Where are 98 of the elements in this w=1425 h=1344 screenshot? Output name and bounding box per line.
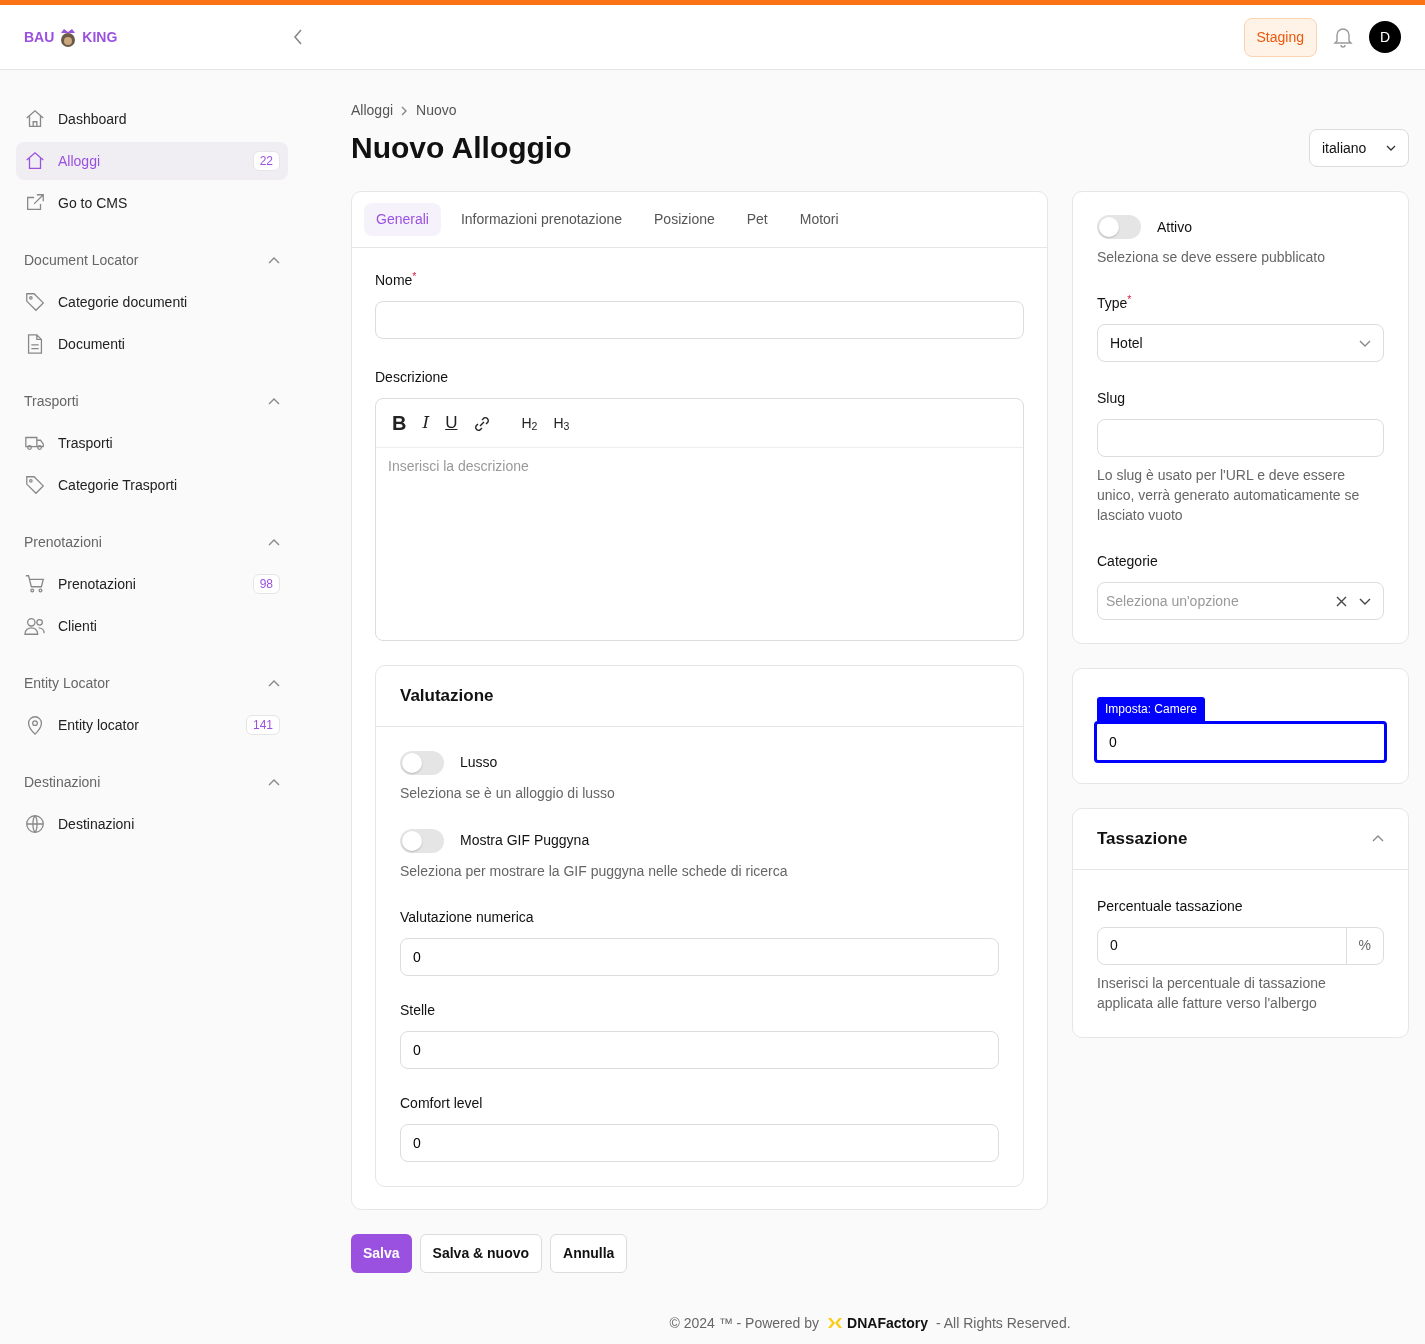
count-badge: 22 xyxy=(252,151,280,171)
chevron-up-icon[interactable] xyxy=(268,779,280,786)
underline-button[interactable]: U xyxy=(437,410,466,436)
brand-logo: DNAFactory xyxy=(827,1312,928,1334)
toggle-switch[interactable] xyxy=(400,750,444,775)
house-icon xyxy=(24,150,46,172)
tab[interactable]: Motori xyxy=(787,203,851,236)
action-button[interactable]: Salva & nuovo xyxy=(419,1233,543,1273)
count-badge: 98 xyxy=(252,574,280,594)
field-label: Slug xyxy=(1097,389,1127,408)
heading-button[interactable]: H$_{3}$ xyxy=(545,412,578,434)
count-badge: 141 xyxy=(245,715,280,735)
breadcrumb-link[interactable]: Nuovo xyxy=(416,100,457,121)
name-input[interactable] xyxy=(375,301,1024,339)
clear-icon xyxy=(1336,595,1347,607)
field-label: Valutazione numerica xyxy=(400,907,535,927)
chevron-down-icon xyxy=(1359,339,1371,347)
sidebar-item[interactable]: Documenti xyxy=(16,325,288,363)
tooltip-label: Imposta: Camere xyxy=(1097,697,1206,721)
field-label: Type$^{*}$ xyxy=(1097,293,1133,313)
copyright-text: © 2024 ™ - Powered by xyxy=(669,1313,820,1333)
tag-icon xyxy=(24,291,46,313)
toggle-switch[interactable] xyxy=(400,828,444,853)
field-label: Comfort level xyxy=(400,1093,484,1113)
toggle-label: Attivo xyxy=(1157,217,1192,237)
help-text: Seleziona per mostrare la GIF puggyna nelle schede di ricerca xyxy=(400,861,789,881)
toggle-label: Mostra GIF Puggyna xyxy=(460,831,590,850)
globe-icon xyxy=(24,813,46,835)
logo-text: KING xyxy=(82,27,118,47)
sidebar-item[interactable]: Trasporti xyxy=(16,424,288,462)
sidebar-item[interactable]: Categorie Trasporti xyxy=(16,466,288,504)
section-heading: Document Locator xyxy=(24,251,139,270)
placeholder-text: Inserisci la descrizione xyxy=(387,457,530,476)
language-select[interactable]: italiano xyxy=(1309,129,1409,167)
chevron-up-icon[interactable] xyxy=(268,257,280,264)
cart-icon xyxy=(24,573,46,595)
chevron-up-icon[interactable] xyxy=(1372,835,1384,843)
field-label: Nome$^{*}$ xyxy=(375,270,418,290)
slug-input[interactable] xyxy=(1097,419,1384,457)
breadcrumb-link[interactable]: Alloggi xyxy=(351,100,394,121)
tab[interactable]: Posizione xyxy=(642,203,727,236)
section-heading: Trasporti xyxy=(24,392,79,411)
sidebar-item[interactable]: Dashboard xyxy=(16,100,288,138)
page-title: Nuovo Alloggio xyxy=(351,130,572,166)
number-input[interactable]: 0 xyxy=(400,937,999,976)
tab[interactable]: Informazioni prenotazione xyxy=(448,203,635,236)
section-heading: Prenotazioni xyxy=(24,533,102,552)
house-icon xyxy=(24,108,46,130)
italic-button[interactable]: I xyxy=(414,410,438,436)
section-heading: Entity Locator xyxy=(24,674,110,693)
tag-icon xyxy=(24,474,46,496)
chevron-down-icon xyxy=(1359,597,1371,605)
rich-text-editor[interactable]: B I U H$_{2}$ H$_{3}$ Inserisci la descrizione xyxy=(375,398,1024,641)
rooms-input[interactable]: 0 xyxy=(1094,721,1387,763)
chevron-up-icon[interactable] xyxy=(268,680,280,687)
field-label: Categorie xyxy=(1097,552,1159,571)
rights-text: - All Rights Reserved. xyxy=(935,1313,1071,1333)
bell-icon[interactable] xyxy=(1333,26,1353,48)
section-title: Tassazione xyxy=(1097,828,1188,850)
help-text: Seleziona se deve essere pubblicato xyxy=(1097,248,1327,267)
percentage-input[interactable]: 0 % xyxy=(1097,926,1384,965)
help-text: Lo slug è usato per l'URL e deve essere unico, verrà generato automaticamente se lasciato vuoto xyxy=(1097,466,1361,525)
sidebar-item[interactable]: Alloggi 22 xyxy=(16,142,288,180)
help-text: Seleziona se è un alloggio di lusso xyxy=(400,783,616,803)
environment-badge: Staging xyxy=(1243,17,1317,57)
number-input[interactable]: 0 xyxy=(400,1030,999,1069)
sidebar-item[interactable]: Categorie documenti xyxy=(16,283,288,321)
section-heading: Destinazioni xyxy=(24,773,101,792)
sidebar-item[interactable]: Clienti xyxy=(16,607,288,645)
field-label: Stelle xyxy=(400,1000,437,1020)
help-text: Inserisci la percentuale di tassazione applicata alle fatture verso l'albergo xyxy=(1097,973,1327,1013)
chevron-right-icon xyxy=(401,105,409,116)
sidebar-item[interactable]: Destinazioni xyxy=(16,805,288,843)
tab[interactable]: Generali xyxy=(364,203,441,236)
sidebar-item[interactable]: Prenotazioni 98 xyxy=(16,565,288,603)
action-button[interactable]: Annulla xyxy=(550,1233,628,1273)
type-select[interactable]: Hotel xyxy=(1097,324,1384,362)
save-button[interactable]: Salva xyxy=(351,1233,412,1273)
chevron-up-icon[interactable] xyxy=(268,539,280,546)
toggle-label: Lusso xyxy=(460,753,498,772)
chevron-left-icon[interactable] xyxy=(292,28,304,46)
field-label: Descrizione xyxy=(375,368,450,387)
bold-button[interactable]: B xyxy=(384,408,415,438)
heading-button[interactable]: H$_{2}$ xyxy=(513,412,546,434)
sidebar-item[interactable]: Go to CMS xyxy=(16,184,288,222)
chevron-down-icon xyxy=(1386,145,1396,151)
section-title: Valutazione xyxy=(400,686,494,705)
field-label: Percentuale tassazione xyxy=(1097,896,1244,916)
toggle-switch[interactable] xyxy=(1097,215,1141,239)
number-input[interactable]: 0 xyxy=(400,1123,999,1162)
sidebar-item[interactable]: Entity locator 141 xyxy=(16,706,288,744)
tab[interactable]: Pet xyxy=(734,203,780,236)
logo-text: BAU xyxy=(24,27,55,47)
chevron-up-icon[interactable] xyxy=(268,398,280,405)
user-avatar[interactable]: D xyxy=(1369,21,1401,53)
link-icon[interactable] xyxy=(473,414,492,433)
unit-addon: % xyxy=(1345,927,1383,964)
users-icon xyxy=(24,615,46,637)
